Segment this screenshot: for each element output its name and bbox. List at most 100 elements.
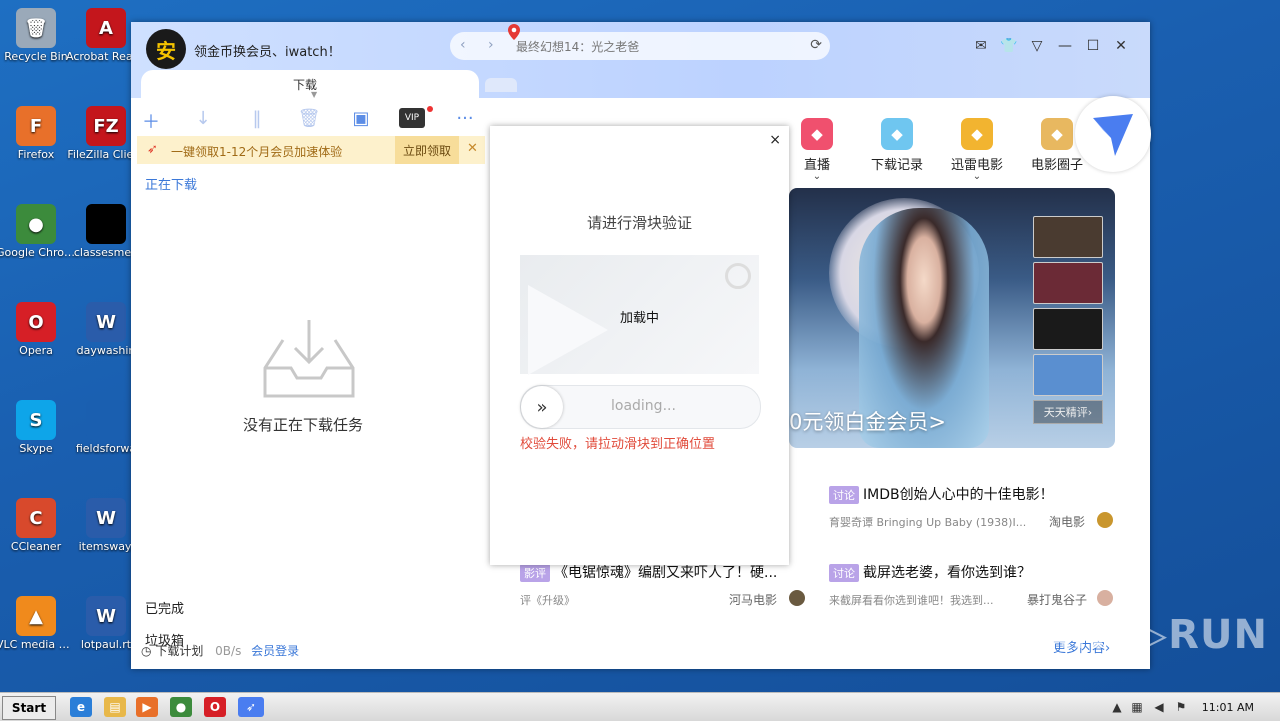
category-tv[interactable]: ◆ 直播 ⌄ [785, 118, 849, 182]
banner-close-icon[interactable]: ✕ [467, 141, 478, 156]
promo-text[interactable]: 领金币换会员、iwatch！ [194, 41, 341, 60]
desktop-icon-label: Skype [19, 442, 53, 455]
phone-icon[interactable]: ▣ [347, 108, 375, 129]
maximize-icon[interactable]: ☐ [1083, 38, 1103, 54]
feed-sub: 评《升级》 [520, 594, 575, 607]
member-login-link[interactable]: 会员登录 [251, 644, 299, 658]
feed-sub: 育婴奇谭 Bringing Up Baby (1938)I... [829, 516, 1027, 529]
desktop-icon[interactable]: ● Google Chrome [0, 204, 76, 259]
captcha-slider[interactable]: » loading... [520, 385, 761, 429]
captcha-error: 校验失败，请拉动滑块到正确位置 [520, 437, 716, 452]
search-bar[interactable]: ‹ › 最终幻想14：光之老爸 ⟳ [450, 24, 830, 60]
download-plan-link[interactable]: 下载计划 [155, 644, 203, 658]
promo-banner: ➶ 一键领取1-12个月会员加速体验 立即领取 ✕ [137, 136, 485, 164]
search-input[interactable]: 最终幻想14：光之老爸 [516, 38, 639, 55]
category-cloud[interactable]: ◆ 下载记录 [865, 118, 929, 173]
clock: 11:01 AM [1201, 701, 1254, 714]
refresh-icon[interactable] [725, 263, 751, 289]
feed-tag: 讨论 [829, 564, 859, 582]
desktop-icon-glyph: W [86, 498, 126, 538]
pause-icon[interactable]: ‖ [243, 108, 271, 129]
tv-icon: ◆ [801, 118, 833, 150]
feed-author[interactable]: 河马电影 [729, 591, 777, 608]
skin-icon[interactable]: 👕 [999, 38, 1019, 54]
desktop-icon-glyph: ● [16, 204, 56, 244]
desktop-icon-glyph: W [86, 302, 126, 342]
feed-title[interactable]: 讨论 IMDB创始人心中的十佳电影！ [829, 484, 1054, 504]
ie-icon[interactable]: e [70, 697, 92, 717]
add-icon[interactable]: ＋ [137, 108, 165, 134]
media-icon[interactable]: ▶ [136, 697, 158, 717]
forward-icon[interactable]: › [488, 37, 494, 53]
claim-button[interactable]: 立即领取 [395, 136, 459, 164]
captcha-title: 请进行滑块验证 [586, 214, 692, 232]
hero-thumb[interactable] [1033, 262, 1103, 304]
feed-title[interactable]: 讨论 截屏选老婆，看你选到谁？ [829, 562, 1031, 582]
desktop-icon[interactable]: O Opera [0, 302, 76, 357]
volume-icon[interactable]: ◀ [1152, 697, 1166, 717]
desktop-icon[interactable]: S Skype [0, 400, 76, 455]
user-avatar[interactable]: 安 [146, 29, 186, 69]
chrome-icon[interactable]: ● [170, 697, 192, 717]
tab-secondary[interactable] [485, 78, 517, 92]
desktop-icon-glyph [86, 204, 126, 244]
chevron-down-icon[interactable]: ⌄ [945, 172, 1009, 182]
hero-thumb[interactable] [1033, 308, 1103, 350]
hero-thumb[interactable] [1033, 216, 1103, 258]
status-bar: ◷ 下载计划 0B/s 会员登录 [141, 642, 299, 659]
feed-author[interactable]: 淘电影 [1049, 513, 1085, 530]
tab-download[interactable]: 下载 ▼ [141, 70, 479, 99]
back-icon[interactable]: ‹ [460, 37, 466, 53]
network-icon[interactable]: ▦ [1130, 697, 1144, 717]
desktop-icon-label: CCleaner [10, 540, 62, 553]
loading-label: 加载中 [619, 311, 659, 326]
feed-title[interactable]: 影评 《电锯惊魂》编剧又来吓人了！硬... [520, 562, 777, 582]
tray-up-icon[interactable]: ▲ [1110, 697, 1124, 717]
mail-icon[interactable]: ✉ [971, 38, 991, 54]
desktop-icon[interactable]: ▲ VLC media player [0, 596, 76, 651]
refresh-icon[interactable]: ⟳ [810, 37, 822, 53]
slider-handle-icon[interactable]: » [521, 386, 563, 428]
desktop-icon-label: Opera [19, 344, 53, 357]
empty-state-text: 没有正在下载任务 [243, 416, 364, 434]
desktop-icon-label: Firefox [17, 148, 55, 161]
desktop-icon[interactable]: F Firefox [0, 106, 76, 161]
close-icon[interactable]: ✕ [1111, 38, 1131, 54]
desktop-icon[interactable]: 🗑 Recycle Bin [0, 8, 76, 63]
bird-icon [1093, 114, 1133, 156]
chevron-down-icon[interactable]: ⌄ [785, 172, 849, 182]
thunder-taskbar-icon[interactable]: ➶ [238, 697, 264, 717]
banner-text: 一键领取1-12个月会员加速体验 [171, 145, 343, 159]
nav-completed[interactable]: 已完成 [145, 598, 184, 617]
hero-thumb[interactable] [1033, 354, 1103, 396]
thunder-bird-logo[interactable] [1075, 96, 1151, 172]
feed-tag: 讨论 [829, 486, 859, 504]
flag-icon[interactable]: ⚑ [1174, 697, 1188, 717]
desktop-icon-glyph: A [86, 8, 126, 48]
daily-review-button[interactable]: 天天精评› [1033, 400, 1103, 424]
taskbar: Start e ▤ ▶ ● O ➶ ▲ ▦ ◀ ⚑ 11:01 AM [0, 692, 1280, 721]
desktop-icon-glyph: ▲ [16, 596, 56, 636]
desktop-icon-label: Google Chrome [0, 246, 76, 259]
opera-icon[interactable]: O [204, 697, 226, 717]
hero-banner[interactable]: 0元领白金会员> 天天精评› [789, 188, 1115, 448]
author-avatar [1097, 590, 1113, 606]
category-thunder[interactable]: ◆ 迅雷电影 ⌄ [945, 118, 1009, 182]
desktop-icon[interactable]: C CCleaner [0, 498, 76, 553]
feed-author[interactable]: 暴打鬼谷子 [1027, 591, 1087, 608]
circle-icon: ◆ [1041, 118, 1073, 150]
menu-icon[interactable]: ▽ [1027, 38, 1047, 54]
thunder-logo-icon: ➶ [147, 142, 158, 157]
hero-text[interactable]: 0元领白金会员> [789, 406, 946, 436]
close-icon[interactable]: × [769, 132, 781, 148]
start-button[interactable]: Start [2, 696, 56, 720]
author-avatar [789, 590, 805, 606]
nav-downloading[interactable]: 正在下载 [145, 174, 197, 193]
clock-icon: ◷ [141, 644, 152, 658]
more-icon[interactable]: ··· [451, 108, 479, 129]
vip-icon[interactable]: VIP [399, 108, 425, 128]
minimize-icon[interactable]: — [1055, 38, 1075, 54]
delete-icon[interactable]: 🗑 [295, 108, 323, 129]
explorer-icon[interactable]: ▤ [104, 697, 126, 717]
download-icon[interactable]: ↓ [189, 108, 217, 129]
